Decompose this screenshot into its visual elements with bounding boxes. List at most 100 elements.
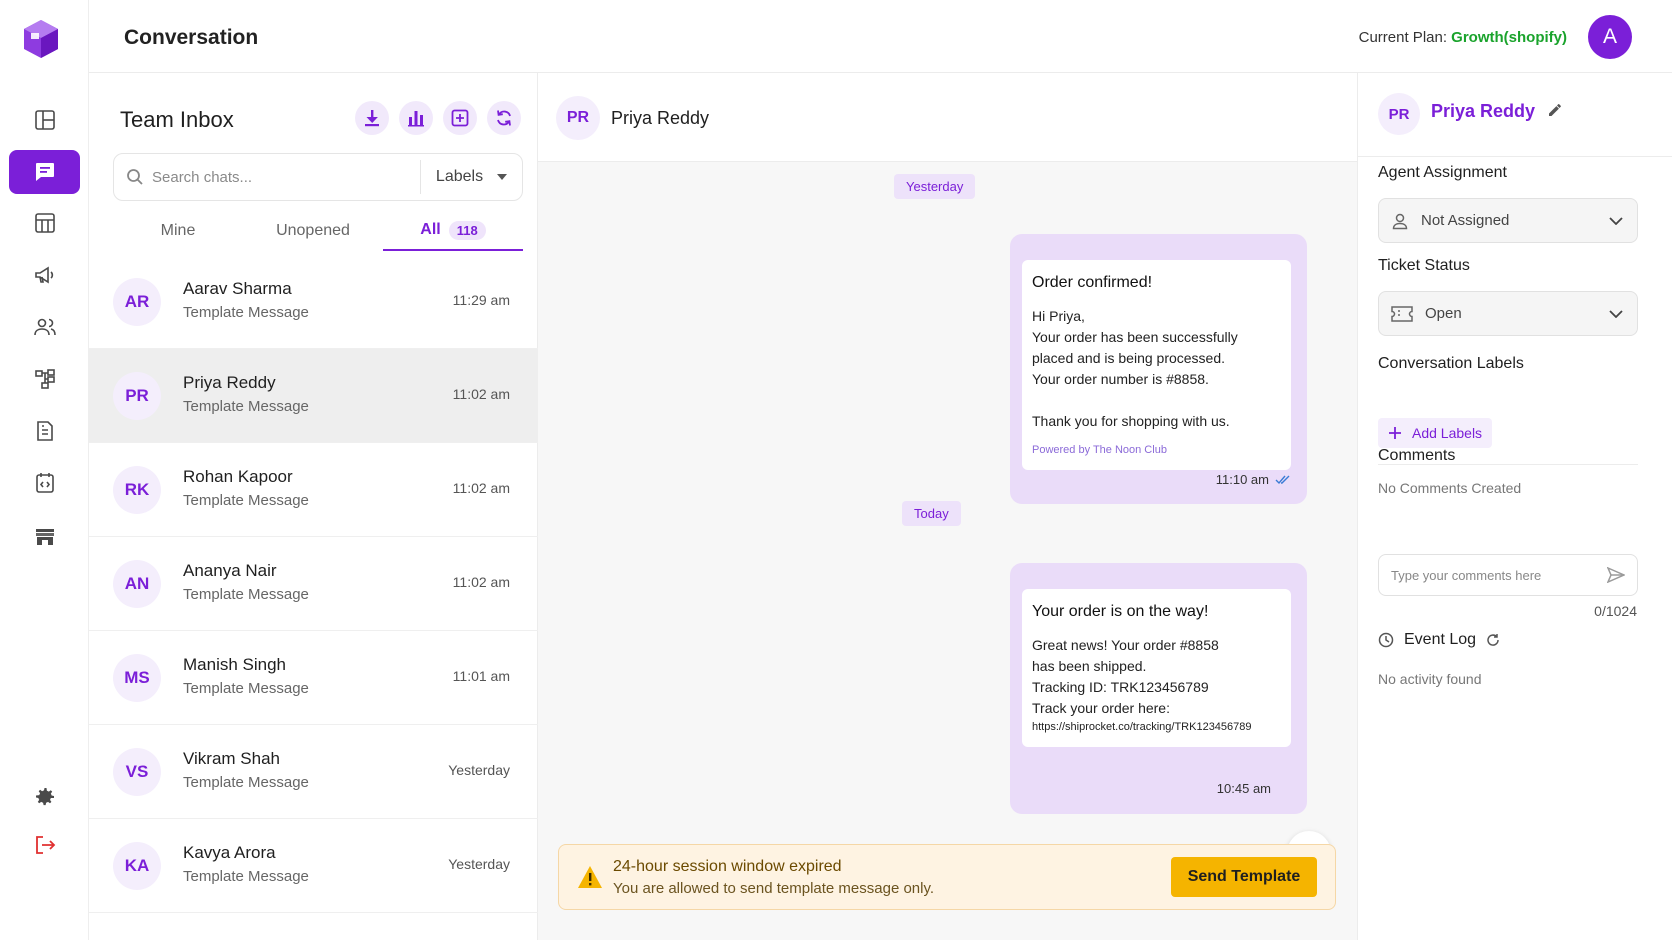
tab-all-count: 118 bbox=[448, 220, 486, 240]
inbox-title: Team Inbox bbox=[120, 107, 234, 132]
nav-store[interactable] bbox=[9, 515, 80, 559]
message-body: Great news! Your order #8858 has been sh… bbox=[1032, 637, 1219, 716]
clock-icon bbox=[1378, 632, 1394, 648]
last-message: Template Message bbox=[183, 868, 309, 885]
banner-subtitle: You are allowed to send template message… bbox=[613, 880, 935, 897]
send-icon[interactable] bbox=[1607, 567, 1625, 583]
message-time: 11:29 am bbox=[452, 292, 510, 308]
message-meta: 11:10 am bbox=[1216, 472, 1291, 487]
user-icon bbox=[1391, 212, 1409, 230]
message-time: Yesterday bbox=[448, 856, 510, 872]
nav-settings[interactable] bbox=[9, 775, 80, 819]
contact-name: Priya Reddy bbox=[183, 373, 276, 392]
tab-unopened[interactable]: Unopened bbox=[243, 211, 383, 251]
contact-header: PR Priya Reddy bbox=[1358, 73, 1672, 157]
banner-title: 24-hour session window expired bbox=[613, 858, 842, 875]
sidebar-nav bbox=[0, 0, 89, 940]
ticket-status-value: Open bbox=[1425, 305, 1462, 322]
plan-value[interactable]: Growth(shopify) bbox=[1451, 29, 1567, 46]
chevron-down-icon bbox=[1609, 216, 1623, 225]
table-icon bbox=[33, 211, 57, 235]
comment-char-count: 0/1024 bbox=[1594, 603, 1637, 619]
warning-icon bbox=[577, 865, 603, 889]
add-labels-label: Add Labels bbox=[1412, 425, 1483, 441]
add-labels-button[interactable]: Add Labels bbox=[1378, 418, 1493, 448]
search-input[interactable] bbox=[152, 168, 420, 186]
contact-avatar: PR bbox=[1378, 93, 1420, 135]
no-activity-text: No activity found bbox=[1378, 671, 1482, 687]
nav-contacts[interactable] bbox=[9, 305, 80, 349]
flow-icon bbox=[33, 367, 57, 391]
chat-list-item-selected[interactable]: PR Priya Reddy Template Message 11:02 am bbox=[89, 349, 538, 443]
app-logo-icon[interactable] bbox=[22, 18, 60, 60]
message-time: Yesterday bbox=[448, 762, 510, 778]
chat-search: Labels bbox=[113, 153, 523, 201]
chat-list-item[interactable]: MS Manish Singh Template Message 11:01 a… bbox=[89, 631, 538, 725]
ticket-status-label: Ticket Status bbox=[1378, 257, 1470, 274]
chevron-down-icon bbox=[1609, 309, 1623, 318]
contact-avatar: MS bbox=[113, 654, 161, 702]
nav-dashboard[interactable] bbox=[9, 98, 80, 142]
download-button[interactable] bbox=[355, 101, 389, 135]
contact-name: Ananya Nair bbox=[183, 561, 277, 580]
message-time: 10:45 am bbox=[1216, 781, 1271, 796]
tab-all-label: All bbox=[420, 221, 441, 238]
refresh-icon[interactable] bbox=[1486, 633, 1500, 647]
nav-logout[interactable] bbox=[9, 823, 80, 867]
nav-developer[interactable] bbox=[9, 461, 80, 505]
nav-chat[interactable] bbox=[9, 150, 80, 194]
chat-list-item[interactable]: AN Ananya Nair Template Message 11:02 am bbox=[89, 537, 538, 631]
session-expired-banner: 24-hour session window expired You are a… bbox=[558, 844, 1336, 910]
add-square-icon bbox=[450, 108, 470, 128]
tab-all[interactable]: All 118 bbox=[383, 211, 523, 251]
template-message-card: Your order is on the way! Great news! Yo… bbox=[1022, 589, 1291, 747]
chat-list-item[interactable]: AR Aarav Sharma Template Message 11:29 a… bbox=[89, 255, 538, 349]
nav-campaigns[interactable] bbox=[9, 253, 80, 297]
new-chat-button[interactable] bbox=[443, 101, 477, 135]
analytics-button[interactable] bbox=[399, 101, 433, 135]
user-avatar[interactable]: A bbox=[1588, 15, 1632, 59]
tracking-link[interactable]: https://shiprocket.co/tracking/TRK123456… bbox=[1032, 721, 1281, 733]
last-message: Template Message bbox=[183, 774, 309, 791]
contact-avatar: KA bbox=[113, 842, 161, 890]
contact-name[interactable]: Priya Reddy bbox=[611, 108, 709, 129]
chat-list-item[interactable]: VS Vikram Shah Template Message Yesterda… bbox=[89, 725, 538, 819]
dashboard-icon bbox=[33, 108, 57, 132]
nav-flows[interactable] bbox=[9, 357, 80, 401]
last-message: Template Message bbox=[183, 492, 309, 509]
ticket-status-select[interactable]: Open bbox=[1378, 291, 1638, 336]
plan-label: Current Plan: bbox=[1358, 29, 1447, 46]
inbox-toolbar bbox=[355, 101, 521, 135]
contacts-icon bbox=[33, 315, 57, 339]
contact-avatar: RK bbox=[113, 466, 161, 514]
caret-down-icon bbox=[497, 174, 508, 180]
nav-table[interactable] bbox=[9, 201, 80, 245]
conversation-header: PR Priya Reddy bbox=[538, 73, 1357, 162]
message-bubble: Order confirmed! Hi Priya, Your order ha… bbox=[1010, 234, 1307, 504]
labels-dropdown[interactable]: Labels bbox=[420, 160, 522, 194]
agent-assignment-select[interactable]: Not Assigned bbox=[1378, 198, 1638, 243]
code-icon bbox=[33, 471, 57, 495]
message-time: 11:02 am bbox=[452, 480, 510, 496]
powered-by: Powered by The Noon Club bbox=[1032, 444, 1167, 456]
labels-dropdown-label: Labels bbox=[435, 168, 484, 185]
contact-avatar: AR bbox=[113, 278, 161, 326]
last-message: Template Message bbox=[183, 680, 309, 697]
send-template-button[interactable]: Send Template bbox=[1171, 857, 1317, 897]
message-bubble: Your order is on the way! Great news! Yo… bbox=[1010, 563, 1307, 814]
settings-icon bbox=[33, 785, 57, 809]
tab-mine[interactable]: Mine bbox=[113, 211, 243, 251]
comment-input[interactable] bbox=[1391, 567, 1607, 583]
refresh-icon bbox=[494, 108, 514, 128]
chat-list-item[interactable]: RK Rohan Kapoor Template Message 11:02 a… bbox=[89, 443, 538, 537]
edit-pencil-icon[interactable] bbox=[1547, 102, 1563, 118]
template-message-card: Order confirmed! Hi Priya, Your order ha… bbox=[1022, 260, 1291, 470]
contact-avatar: VS bbox=[113, 748, 161, 796]
chat-list-item[interactable]: KA Kavya Arora Template Message Yesterda… bbox=[89, 819, 538, 913]
contact-name: Aarav Sharma bbox=[183, 279, 292, 298]
event-log-header: Event Log bbox=[1378, 631, 1500, 649]
refresh-button[interactable] bbox=[487, 101, 521, 135]
nav-documents[interactable] bbox=[9, 409, 80, 453]
inbox-tabs: Mine Unopened All 118 bbox=[113, 211, 533, 251]
contact-name: Kavya Arora bbox=[183, 843, 276, 862]
